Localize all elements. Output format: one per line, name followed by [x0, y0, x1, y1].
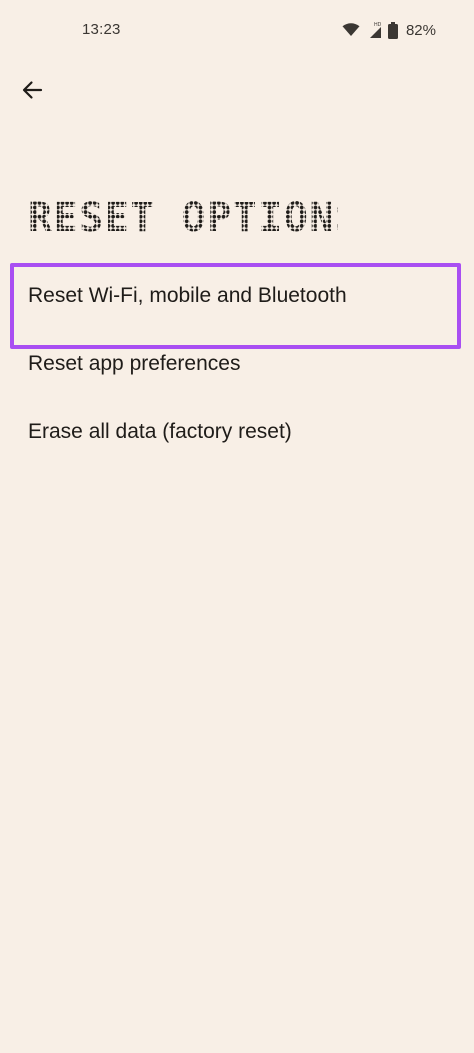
option-reset-app-preferences[interactable]: Reset app preferences — [0, 330, 474, 398]
battery-percent: 82% — [405, 21, 436, 39]
page-title: RESET OPTIONS — [28, 196, 338, 236]
page-title-dotted: RESET OPTIONS — [28, 196, 338, 236]
status-icons: HD 82% — [342, 18, 436, 42]
option-erase-all-data[interactable]: Erase all data (factory reset) — [0, 398, 474, 466]
status-bar: 13:23 HD 82% — [0, 0, 474, 56]
option-label: Reset app preferences — [28, 352, 241, 375]
arrow-back-icon — [21, 79, 43, 106]
reset-options-list: Reset Wi-Fi, mobile and Bluetooth Reset … — [0, 262, 474, 466]
option-reset-network[interactable]: Reset Wi-Fi, mobile and Bluetooth — [0, 262, 474, 330]
page-title-text: RESET OPTIONS — [28, 196, 338, 236]
option-label: Reset Wi-Fi, mobile and Bluetooth — [28, 284, 347, 307]
wifi-icon — [342, 23, 360, 37]
svg-text:HD: HD — [374, 22, 382, 28]
status-time: 13:23 — [82, 21, 121, 38]
battery-icon — [387, 21, 398, 39]
option-label: Erase all data (factory reset) — [28, 420, 292, 443]
hd-signal-icon: HD — [366, 21, 382, 39]
back-button[interactable] — [14, 74, 50, 110]
